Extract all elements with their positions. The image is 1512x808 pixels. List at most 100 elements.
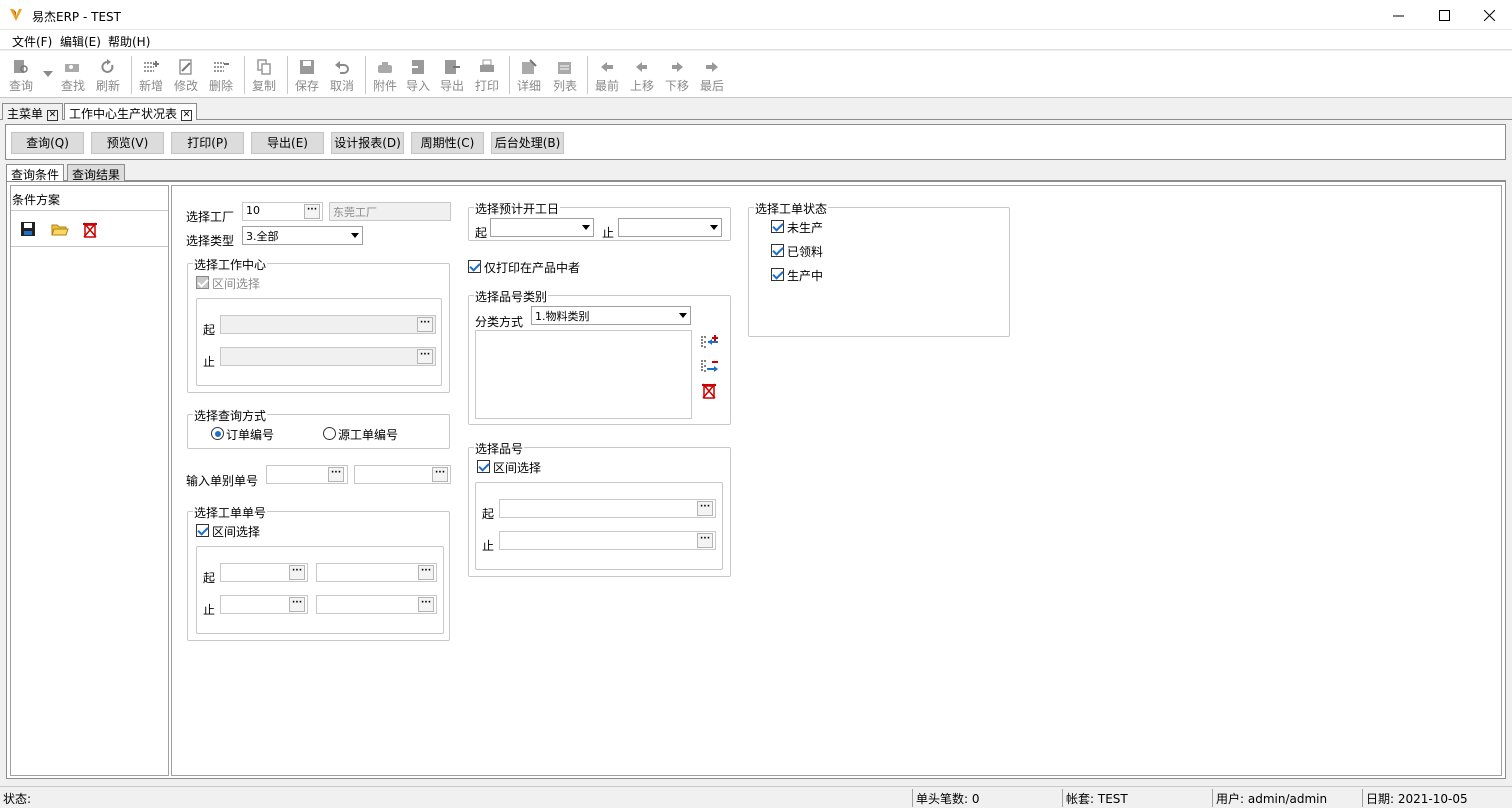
toolbar-next-button[interactable]: 下移 xyxy=(660,55,694,97)
wo-range-checkbox[interactable] xyxy=(196,524,209,537)
factory-label: 选择工厂 xyxy=(186,210,235,224)
type-select[interactable]: 3.全部 xyxy=(242,226,363,245)
chevron-down-icon xyxy=(351,233,359,238)
print-only-wip-label: 仅打印在产品中者 xyxy=(484,261,581,275)
status-record-count: 单头笔数: 0 xyxy=(912,789,1062,807)
copy-icon xyxy=(257,59,271,75)
delete-scheme-icon[interactable] xyxy=(82,221,98,238)
toolbar-separator xyxy=(131,56,132,94)
factory-lookup-button[interactable]: ··· xyxy=(304,204,320,219)
item-to-lookup[interactable]: ··· xyxy=(697,533,713,548)
open-folder-icon[interactable] xyxy=(51,222,69,237)
toolbar-separator xyxy=(587,56,588,94)
wo-from-type-lookup[interactable]: ··· xyxy=(289,565,305,580)
toolbar-separator xyxy=(509,56,510,94)
toolbar-import-button[interactable]: 导入 xyxy=(401,55,435,97)
menu-help[interactable]: 帮助(H) xyxy=(108,33,150,50)
workcenter-from-input[interactable] xyxy=(220,315,436,334)
query-dropdown-icon[interactable] xyxy=(43,71,53,77)
toolbar-delete-button[interactable]: 删除 xyxy=(204,55,238,97)
minimize-button[interactable] xyxy=(1375,0,1421,30)
toolbar-detail-button[interactable]: 详细 xyxy=(512,55,546,97)
sub-tabs: 查询条件 查询结果 xyxy=(6,164,1506,182)
workcenter-from-lookup[interactable]: ··· xyxy=(417,317,433,332)
periodic-button[interactable]: 周期性(C) xyxy=(411,132,484,154)
add-icon xyxy=(144,61,159,72)
item-category-group: 选择品号类别 分类方式 1.物料类别 xyxy=(468,288,731,425)
status-materials-issued-checkbox[interactable] xyxy=(771,244,784,257)
doc-no-lookup[interactable]: ··· xyxy=(432,467,448,482)
maximize-button[interactable] xyxy=(1421,0,1467,30)
wo-to-no-lookup[interactable]: ··· xyxy=(418,597,434,612)
toolbar-edit-button[interactable]: 修改 xyxy=(169,55,203,97)
workcenter-range-checkbox[interactable] xyxy=(196,276,209,289)
toolbar-prev-button[interactable]: 上移 xyxy=(625,55,659,97)
item-to-input[interactable] xyxy=(499,531,716,550)
status-user: 用户: admin/admin xyxy=(1212,789,1362,807)
status-not-produced-checkbox[interactable] xyxy=(771,220,784,233)
design-report-button[interactable]: 设计报表(D) xyxy=(331,132,404,154)
toolbar-list-button[interactable]: 列表 xyxy=(548,55,582,97)
print-only-wip-checkbox[interactable] xyxy=(468,260,481,273)
tab-query-results[interactable]: 查询结果 xyxy=(67,164,126,182)
item-range-checkbox[interactable] xyxy=(477,460,490,473)
toolbar-refresh-button[interactable]: 刷新 xyxy=(91,55,125,97)
first-icon xyxy=(601,62,613,72)
print-button[interactable]: 打印(P) xyxy=(171,132,244,154)
undo-icon xyxy=(335,61,349,74)
next-icon xyxy=(672,62,683,72)
last-icon xyxy=(706,62,718,72)
doc-type-lookup[interactable]: ··· xyxy=(328,467,344,482)
workcenter-to-lookup[interactable]: ··· xyxy=(417,349,433,364)
toolbar-first-button[interactable]: 最前 xyxy=(590,55,624,97)
category-list[interactable] xyxy=(475,330,692,419)
toolbar-cancel-button[interactable]: 取消 xyxy=(325,55,359,97)
category-method-select[interactable]: 1.物料类别 xyxy=(531,306,691,325)
find-icon xyxy=(65,64,79,72)
remove-category-icon[interactable] xyxy=(701,358,719,374)
wo-from-no-lookup[interactable]: ··· xyxy=(418,565,434,580)
item-range-box: 起 ··· 止 ··· xyxy=(475,482,723,570)
toolbar-save-button[interactable]: 保存 xyxy=(290,55,324,97)
wo-status-group: 选择工单状态 未生产 已领料 生产中 xyxy=(748,200,1010,337)
status-text: 状态: xyxy=(3,792,32,806)
save-scheme-icon[interactable] xyxy=(20,221,36,237)
status-in-production-checkbox[interactable] xyxy=(771,268,784,281)
wo-to-type-lookup[interactable]: ··· xyxy=(289,597,305,612)
toolbar-print-button[interactable]: 打印 xyxy=(470,55,504,97)
item-from-lookup[interactable]: ··· xyxy=(697,501,713,516)
minimize-icon xyxy=(1392,15,1404,16)
background-process-button[interactable]: 后台处理(B) xyxy=(491,132,564,154)
tab-main-menu[interactable]: 主菜单 ✕ xyxy=(2,103,64,121)
close-tab-icon[interactable]: ✕ xyxy=(181,110,193,121)
clear-category-icon[interactable] xyxy=(701,382,717,399)
start-date-to-picker[interactable] xyxy=(618,218,722,237)
toolbar-export-button[interactable]: 导出 xyxy=(435,55,469,97)
toolbar-attach-button[interactable]: 附件 xyxy=(368,55,402,97)
preview-button[interactable]: 预览(V) xyxy=(91,132,164,154)
toolbar: 查询 查找 刷新 新增 修改 删除 复制 保存 取消 附件 导入 导出 打印 详… xyxy=(0,51,1512,98)
order-no-radio[interactable] xyxy=(211,427,224,440)
toolbar-separator xyxy=(287,56,288,94)
add-category-icon[interactable] xyxy=(701,334,719,350)
workcenter-to-input[interactable] xyxy=(220,347,436,366)
start-date-from-picker[interactable] xyxy=(490,218,594,237)
toolbar-query-button[interactable]: 查询 xyxy=(4,55,38,97)
menu-file[interactable]: 文件(F) xyxy=(12,33,52,50)
close-button[interactable] xyxy=(1466,0,1512,30)
toolbar-last-button[interactable]: 最后 xyxy=(695,55,729,97)
tab-workcenter-report[interactable]: 工作中心生产状况表 ✕ xyxy=(64,103,198,121)
query-button[interactable]: 查询(Q) xyxy=(11,132,84,154)
status-account: 帐套: TEST xyxy=(1062,789,1212,807)
close-tab-icon[interactable]: ✕ xyxy=(47,110,59,121)
list-icon xyxy=(558,62,571,74)
menu-edit[interactable]: 编辑(E) xyxy=(60,33,101,50)
source-wo-radio[interactable] xyxy=(323,427,336,440)
item-from-input[interactable] xyxy=(499,499,716,518)
toolbar-copy-button[interactable]: 复制 xyxy=(247,55,281,97)
tab-query-conditions[interactable]: 查询条件 xyxy=(6,164,65,182)
export-button[interactable]: 导出(E) xyxy=(251,132,324,154)
toolbar-new-button[interactable]: 新增 xyxy=(134,55,168,97)
toolbar-find-button[interactable]: 查找 xyxy=(56,55,90,97)
app-logo-icon xyxy=(10,9,22,21)
